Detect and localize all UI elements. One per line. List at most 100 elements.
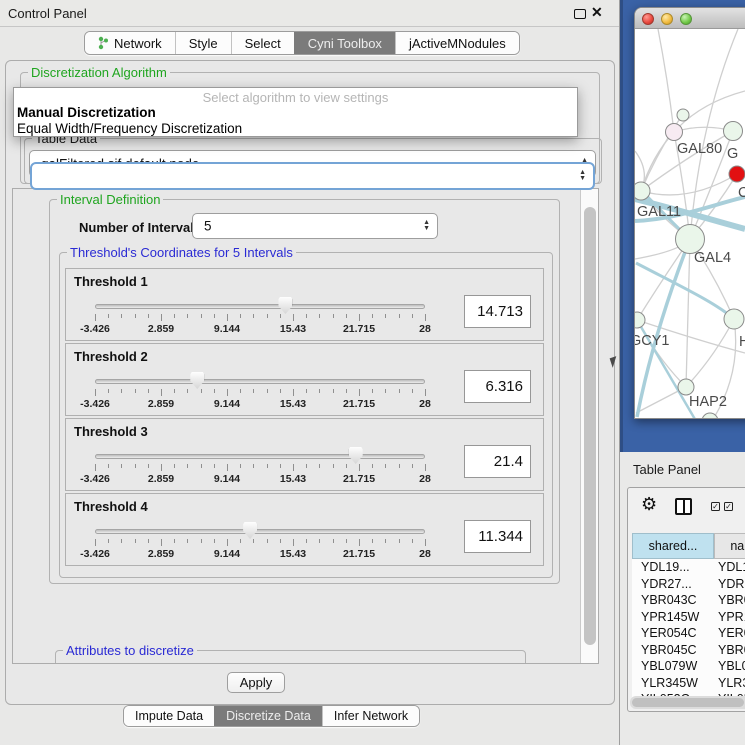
horizontal-scrollbar[interactable] [630, 696, 745, 709]
cell-shared-name[interactable]: YBL079W [632, 658, 714, 675]
slider-tick [108, 464, 109, 468]
cell-shared-name[interactable]: YLR345W [632, 675, 714, 692]
cell-name[interactable]: YLR345W [714, 675, 745, 692]
slider-tick [333, 389, 334, 393]
slider-tick [108, 389, 109, 393]
tab-select[interactable]: Select [231, 32, 294, 54]
table-row[interactable]: YLR345WYLR345W [632, 675, 745, 692]
settings-gear-icon[interactable]: ⚙ [641, 494, 657, 515]
network-node[interactable] [677, 109, 689, 121]
slider-tick [253, 314, 254, 318]
numerical-attributes-label: Numerical Attributes [65, 662, 187, 664]
close-traffic-light-icon[interactable] [642, 13, 654, 25]
horizontal-scrollbar-thumb[interactable] [632, 698, 744, 707]
slider-tick [385, 464, 386, 468]
slider-tick [399, 464, 400, 468]
cell-name[interactable]: YDR27 [714, 576, 745, 593]
cell-name[interactable]: YBL079W [714, 658, 745, 675]
slider-track[interactable] [95, 304, 425, 309]
tab-jactivemnodules[interactable]: jActiveMNodules [395, 32, 519, 54]
cell-shared-name[interactable]: YDL19... [632, 559, 714, 576]
threshold-value-field[interactable]: 6.316 [464, 370, 531, 403]
column-header-shared-name[interactable]: shared... [632, 533, 714, 559]
network-node-gcy1[interactable] [635, 312, 645, 328]
close-icon[interactable]: ✕ [591, 4, 603, 21]
tab-cyni-toolbox[interactable]: Cyni Toolbox [294, 32, 395, 54]
slider-tick-label: -3.426 [80, 548, 110, 560]
slider-tick-label: 28 [419, 323, 431, 335]
network-node-gal11[interactable] [635, 182, 650, 200]
slider-track[interactable] [95, 379, 425, 384]
threshold-value-field[interactable]: 14.713 [464, 295, 531, 328]
slider-tick [306, 389, 307, 393]
table-row[interactable]: YBR045CYBR045C [632, 642, 745, 659]
network-graph[interactable]: GAL80GCGAL11GAL4GCY1HHAP2 [635, 29, 745, 419]
apply-button[interactable]: Apply [227, 672, 285, 693]
slider-tick-label: 15.43 [280, 323, 306, 335]
algorithm-option-manual[interactable]: Manual Discretization [17, 105, 156, 120]
cell-shared-name[interactable]: YBR045C [632, 642, 714, 659]
slider-tick-label: 9.144 [214, 473, 240, 485]
slider-thumb[interactable] [243, 522, 257, 539]
network-node-c[interactable] [729, 166, 745, 182]
slider-tick [412, 314, 413, 318]
tab-discretize-data[interactable]: Discretize Data [214, 706, 322, 726]
tab-style[interactable]: Style [175, 32, 231, 54]
table-row[interactable]: YBR043CYBR043C [632, 592, 745, 609]
network-node-h[interactable] [724, 309, 744, 329]
minimize-traffic-light-icon[interactable] [661, 13, 673, 25]
slider-tick [95, 314, 96, 321]
vertical-scrollbar-thumb[interactable] [584, 207, 596, 645]
slider-thumb[interactable] [190, 372, 204, 389]
tab-network[interactable]: Network [85, 32, 175, 54]
table-row[interactable]: YBL079WYBL079W [632, 658, 745, 675]
table-row[interactable]: YER054CYER054C [632, 625, 745, 642]
table-row[interactable]: YDR27...YDR27 [632, 576, 745, 593]
slider-tick [214, 464, 215, 468]
slider-tick [253, 389, 254, 393]
slider-tick [240, 314, 241, 318]
cell-name[interactable]: YER054C [714, 625, 745, 642]
table-row[interactable]: YDL19...YDL19 [632, 559, 745, 576]
network-node-gal80[interactable] [666, 124, 683, 141]
threshold-label: Threshold 2 [74, 349, 148, 364]
network-canvas[interactable]: GAL80GCGAL11GAL4GCY1HHAP2 [635, 29, 745, 419]
slider-thumb[interactable] [349, 447, 363, 464]
slider-tick [148, 314, 149, 318]
slider-tick [293, 539, 294, 546]
network-node-g[interactable] [724, 122, 743, 141]
slider-track[interactable] [95, 529, 425, 534]
slider-tick [399, 539, 400, 543]
cell-name[interactable]: YBR045C [714, 642, 745, 659]
algorithm-combobox[interactable]: ▲▼ [30, 162, 595, 190]
cell-name[interactable]: YBR043C [714, 592, 745, 609]
threshold-value-field[interactable]: 11.344 [464, 520, 531, 553]
cell-name[interactable]: YPR145W [714, 609, 745, 626]
column-header-name[interactable]: name [714, 533, 745, 559]
table-panel-title: Table Panel [633, 462, 701, 477]
vertical-scrollbar[interactable] [580, 189, 599, 664]
threshold-value-field[interactable]: 21.4 [464, 445, 531, 478]
slider-tick [148, 389, 149, 393]
control-panel-title: Control Panel [8, 6, 87, 21]
cell-shared-name[interactable]: YPR145W [632, 609, 714, 626]
split-columns-icon[interactable] [675, 498, 692, 515]
cell-shared-name[interactable]: YDR27... [632, 576, 714, 593]
zoom-traffic-light-icon[interactable] [680, 13, 692, 25]
table-row[interactable]: YPR145WYPR145W [632, 609, 745, 626]
number-of-intervals-combobox[interactable]: 5 ▲▼ [192, 213, 438, 239]
network-window-titlebar[interactable] [635, 8, 745, 29]
slider-track[interactable] [95, 454, 425, 459]
checkbox-icon[interactable]: ✓ [724, 502, 733, 511]
tab-impute-data[interactable]: Impute Data [124, 706, 214, 726]
algorithm-option-equal-width[interactable]: Equal Width/Frequency Discretization [17, 121, 242, 136]
tab-infer-network[interactable]: Infer Network [322, 706, 419, 726]
cell-name[interactable]: YDL19 [714, 559, 745, 576]
cell-shared-name[interactable]: YER054C [632, 625, 714, 642]
float-window-icon[interactable] [574, 9, 586, 19]
slider-thumb[interactable] [278, 297, 292, 314]
slider-tick [319, 314, 320, 318]
network-node-hap2[interactable] [678, 379, 694, 395]
cell-shared-name[interactable]: YBR043C [632, 592, 714, 609]
checkbox-icon[interactable]: ✓ [711, 502, 720, 511]
